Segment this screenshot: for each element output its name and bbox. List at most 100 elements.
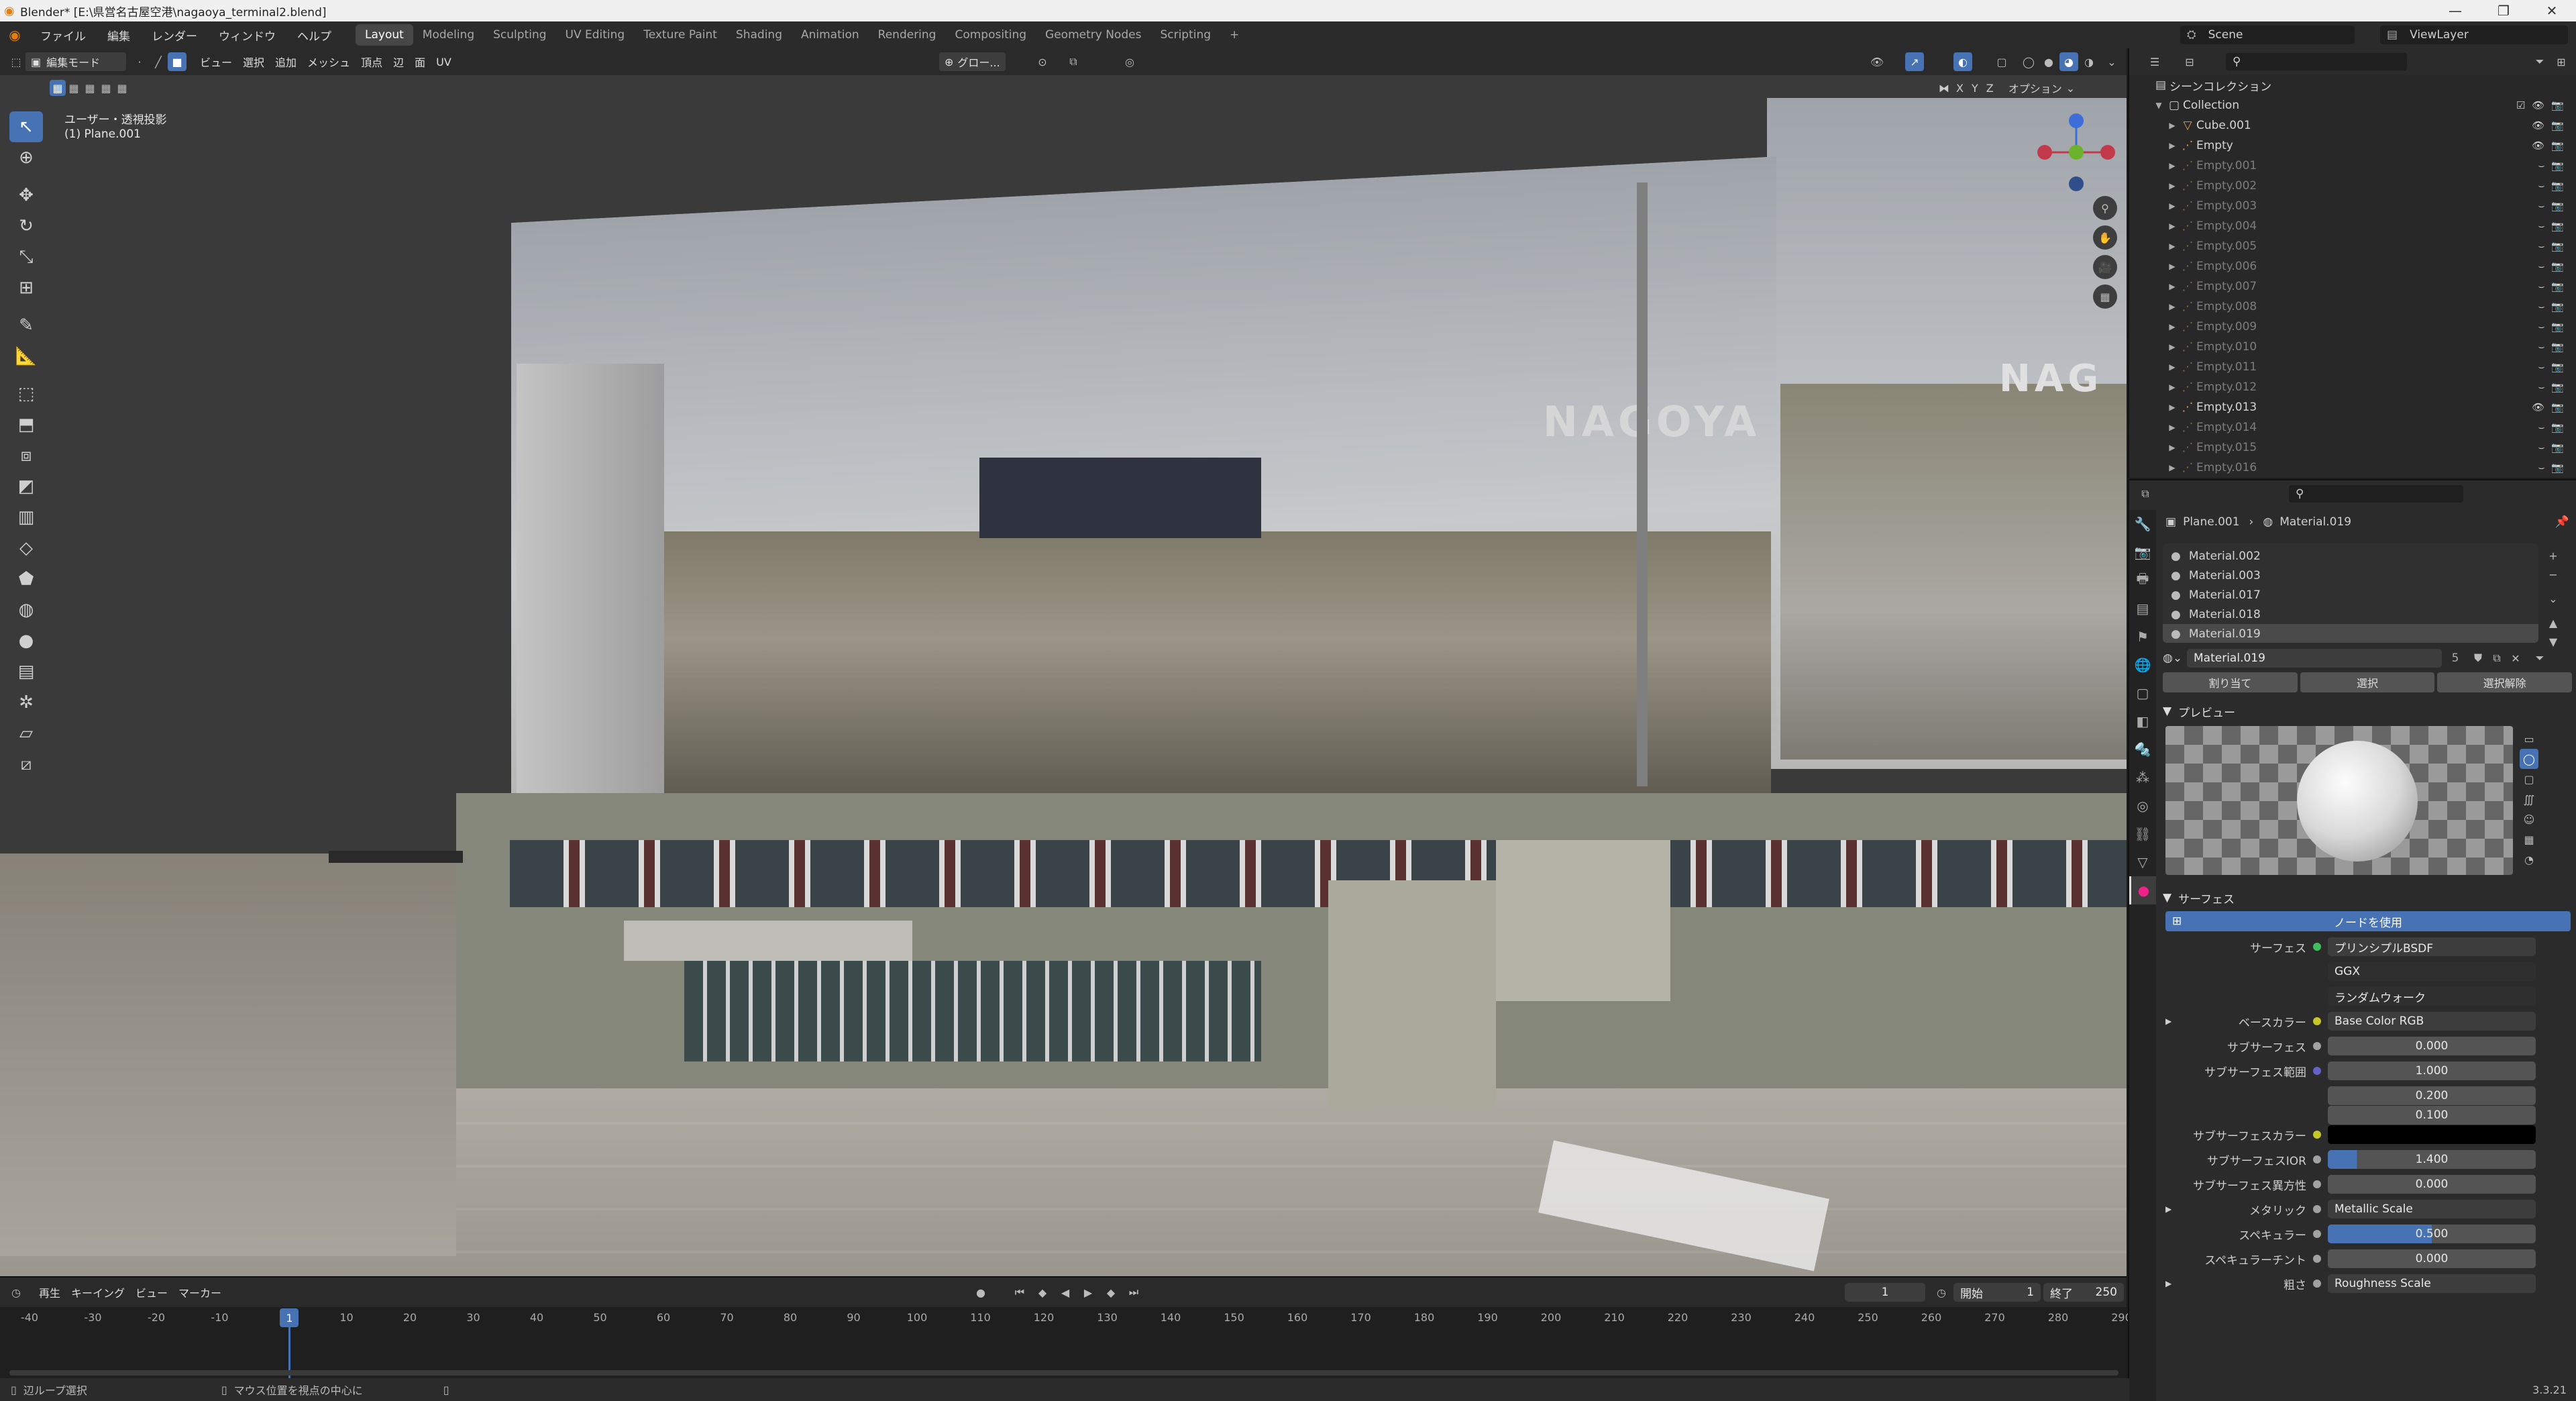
outliner-item[interactable]: ▶ ⋰ Empty.011 ⌣📷: [2152, 357, 2576, 377]
number-field[interactable]: 1.400: [2328, 1150, 2536, 1169]
material-tab-icon[interactable]: ●: [2129, 876, 2156, 904]
item-visibility-icons[interactable]: 👁📷: [2532, 140, 2571, 152]
scene-selector[interactable]: ⛭ Scene: [2180, 25, 2355, 44]
close-button[interactable]: ✕: [2528, 0, 2576, 21]
snap-icon[interactable]: ⧉: [1064, 52, 1083, 71]
preview-cloth-icon[interactable]: ▦: [2520, 829, 2538, 849]
slot-specials-icon[interactable]: ⌄: [2544, 589, 2563, 608]
grid-view-icon[interactable]: ▦: [2093, 284, 2117, 309]
number-field[interactable]: 0.000: [2328, 1249, 2536, 1268]
expand-icon[interactable]: ▶: [2165, 362, 2179, 372]
item-visibility-icons[interactable]: ⌣📷: [2538, 240, 2571, 252]
item-visibility-icons[interactable]: ⌣📷: [2538, 341, 2571, 353]
outliner-item[interactable]: ▶ ⋰ Empty.001 ⌣📷: [2152, 156, 2576, 176]
bevel-tool-icon[interactable]: ◩: [9, 471, 43, 502]
solid-shading-icon[interactable]: ●: [2039, 52, 2058, 71]
field-expand-icon[interactable]: ▶: [2165, 1017, 2171, 1026]
add-workspace-button[interactable]: +: [1220, 24, 1248, 46]
constraints-tab-icon[interactable]: ⛓: [2129, 820, 2156, 848]
collection-visibility-icons[interactable]: ☑👁📷: [2516, 99, 2571, 111]
menu-item[interactable]: レンダー: [141, 21, 208, 48]
proportional-edit-icon[interactable]: ◎: [1120, 52, 1139, 71]
scale-tool-icon[interactable]: ⤡: [9, 242, 43, 272]
material-users-count[interactable]: 5: [2442, 652, 2469, 665]
select-invert-icon[interactable]: ▦: [98, 80, 114, 96]
workspace-tab[interactable]: Modeling: [413, 24, 484, 46]
view-layer-selector[interactable]: ▤ ViewLayer: [2380, 25, 2568, 44]
item-visibility-icons[interactable]: ⌣📷: [2538, 260, 2571, 272]
data-tab-icon[interactable]: ▽: [2129, 848, 2156, 876]
outliner-item[interactable]: ▶ ⋰ Empty.002 ⌣📷: [2152, 176, 2576, 196]
timeline-scrollbar[interactable]: [9, 1370, 2118, 1376]
transform-tool-icon[interactable]: ⊞: [9, 272, 43, 303]
linked-input-field[interactable]: Metallic Scale: [2328, 1200, 2536, 1218]
expand-icon[interactable]: ▶: [2165, 463, 2179, 472]
edge-slide-tool-icon[interactable]: ▤: [9, 656, 43, 687]
shrink-fatten-tool-icon[interactable]: ✲: [9, 687, 43, 718]
fake-user-icon[interactable]: ⛊: [2469, 649, 2487, 668]
pivot-icon[interactable]: ⊙: [1033, 52, 1052, 71]
expand-icon[interactable]: ▶: [2165, 201, 2179, 211]
outliner-item[interactable]: ▶ ⋰ Empty.004 ⌣📷: [2152, 216, 2576, 236]
move-slot-up-icon[interactable]: ▲: [2544, 613, 2563, 632]
workspace-tab[interactable]: Shading: [727, 24, 792, 46]
number-field[interactable]: 1.000: [2328, 1061, 2536, 1080]
number-field[interactable]: 0.000: [2328, 1037, 2536, 1055]
output-tab-icon[interactable]: 🖶: [2129, 566, 2156, 594]
linked-input-field[interactable]: Roughness Scale: [2328, 1274, 2536, 1293]
3d-viewport[interactable]: NAG NAGOYA ⬚ ▣ 編集モード · ╱ ■ ビュー 選択 追加 メッシュ 頂点: [0, 48, 2127, 1276]
item-visibility-icons[interactable]: 👁📷: [2532, 119, 2571, 132]
viewport-menu-item[interactable]: 追加: [270, 52, 302, 71]
viewport-menu-item[interactable]: UV: [431, 52, 457, 71]
item-visibility-icons[interactable]: ⌣📷: [2538, 301, 2571, 313]
tool-tab-icon[interactable]: 🔧: [2129, 510, 2156, 538]
select-subtract-icon[interactable]: ▦: [82, 80, 98, 96]
preview-cube-icon[interactable]: ▢: [2520, 769, 2538, 789]
select-intersect-icon[interactable]: ▦: [114, 80, 130, 96]
navigation-gizmo[interactable]: [2033, 109, 2120, 196]
material-slot[interactable]: ● Material.017: [2163, 585, 2538, 605]
smooth-tool-icon[interactable]: ●: [9, 625, 43, 656]
outliner-item[interactable]: ▶ ⋰ Empty.008 ⌣📷: [2152, 297, 2576, 317]
outliner-item[interactable]: ▶ ⋰ Empty.006 ⌣📷: [2152, 256, 2576, 276]
render-tab-icon[interactable]: 📷: [2129, 538, 2156, 566]
material-slot-list[interactable]: ● Material.002 ● Material.003 ● Material.017 ●…: [2163, 543, 2538, 643]
outliner-item[interactable]: ▶ ⋰ Empty.010 ⌣📷: [2152, 337, 2576, 357]
annotate-tool-icon[interactable]: ✎: [9, 310, 43, 341]
knife-tool-icon[interactable]: ◇: [9, 533, 43, 564]
display-mode-icon[interactable]: ⊟: [2180, 52, 2199, 71]
poly-build-tool-icon[interactable]: ⬟: [9, 564, 43, 594]
mirror-x-toggle[interactable]: X: [1956, 82, 1964, 95]
viewport-menu-item[interactable]: 選択: [237, 52, 270, 71]
outliner-item[interactable]: ▶ ⋰ Empty 👁📷: [2152, 136, 2576, 156]
expand-icon[interactable]: ▶: [2165, 342, 2179, 352]
outliner-item[interactable]: ▶ ⋰ Empty.009 ⌣📷: [2152, 317, 2576, 337]
rip-tool-icon[interactable]: ⧄: [9, 749, 43, 780]
material-slot[interactable]: ● Material.019: [2163, 624, 2538, 643]
collapse-icon[interactable]: ▼: [2152, 101, 2165, 110]
edge-select-icon[interactable]: ╱: [149, 52, 168, 71]
timeline-editor[interactable]: ◷ 再生 キーイング ビュー マーカー ● ⏮ ◆ ◀ ▶ ◆ ⏭ 1 ◷ 開始 1 …: [0, 1276, 2132, 1380]
blender-menu-icon[interactable]: ◉: [0, 27, 30, 43]
outliner-item[interactable]: ▶ ⋰ Empty.005 ⌣📷: [2152, 236, 2576, 256]
expand-icon[interactable]: ▶: [2165, 382, 2179, 392]
pan-hand-icon[interactable]: ✋: [2093, 225, 2117, 250]
overlay-icon[interactable]: ◐: [1953, 52, 1972, 71]
wireframe-shading-icon[interactable]: ◯: [2019, 52, 2038, 71]
expand-icon[interactable]: ▶: [2165, 121, 2179, 130]
options-dropdown[interactable]: オプション: [2008, 80, 2062, 96]
xray-icon[interactable]: ▢: [1992, 52, 2011, 71]
view-layer-tab-icon[interactable]: ▤: [2129, 594, 2156, 623]
linked-input-field[interactable]: Base Color RGB: [2328, 1012, 2536, 1031]
cursor-tool-icon[interactable]: ⊕: [9, 142, 43, 173]
viewport-menu-item[interactable]: ビュー: [195, 52, 237, 71]
item-visibility-icons[interactable]: ⌣📷: [2538, 421, 2571, 433]
zoom-icon[interactable]: ⚲: [2093, 196, 2117, 220]
assign-button[interactable]: 割り当て: [2163, 672, 2298, 692]
workspace-tab[interactable]: Texture Paint: [634, 24, 727, 46]
expand-icon[interactable]: ▶: [2165, 423, 2179, 432]
preview-flat-icon[interactable]: ▭: [2520, 729, 2538, 749]
loop-cut-tool-icon[interactable]: ▥: [9, 502, 43, 533]
field-expand-icon[interactable]: ▶: [2165, 1204, 2171, 1214]
filter-icon[interactable]: ⏷: [2530, 52, 2549, 71]
